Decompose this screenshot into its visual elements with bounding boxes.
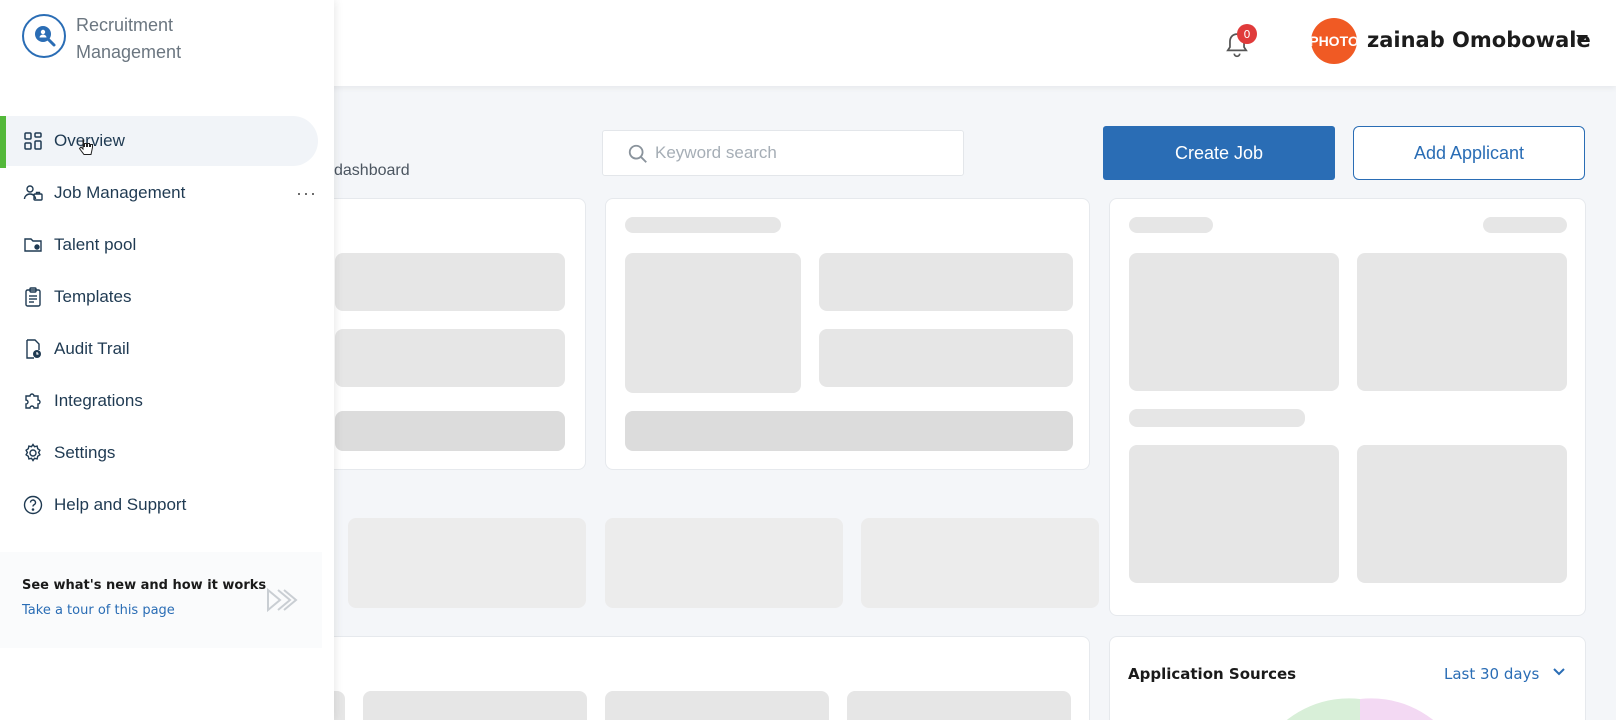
sidebar-item-label: Talent pool	[54, 235, 137, 254]
search-user-icon	[35, 26, 56, 47]
tour-link[interactable]: Take a tour of this page	[22, 603, 175, 618]
caret-down-icon[interactable]	[1576, 35, 1588, 42]
date-range-select[interactable]: Last 30 days	[1444, 665, 1539, 683]
avatar[interactable]: PHOTO	[1311, 18, 1357, 64]
sidebar-item-label: Templates	[54, 287, 132, 306]
sidebar-item-label: Audit Trail	[54, 339, 130, 358]
sidebar-item-integrations[interactable]: Integrations	[0, 376, 318, 426]
sidebar-item-templates[interactable]: Templates	[0, 272, 318, 322]
play-forward-icon[interactable]	[264, 584, 298, 616]
document-clock-icon	[22, 338, 44, 360]
sidebar-item-settings[interactable]: Settings	[0, 428, 318, 478]
skeleton-block	[625, 217, 781, 233]
skeleton-block	[335, 329, 565, 387]
skeleton-block	[335, 411, 565, 451]
sidebar-item-audit-trail[interactable]: Audit Trail	[0, 324, 318, 374]
sidebar-item-label: Integrations	[54, 391, 143, 410]
sidebar: Recruitment Management Overview Job Mana…	[0, 0, 334, 720]
skeleton-block	[1129, 445, 1339, 583]
sidebar-item-job-management[interactable]: Job Management ···	[0, 168, 318, 218]
skeleton-block	[605, 518, 843, 608]
folder-user-icon	[22, 234, 44, 256]
skeleton-block	[363, 691, 587, 720]
sidebar-item-help-and-support[interactable]: Help and Support	[0, 480, 318, 530]
sidebar-item-label: Settings	[54, 443, 116, 462]
search-input[interactable]	[655, 131, 955, 175]
loading-card-2	[605, 198, 1090, 470]
skeleton-block	[1357, 253, 1567, 391]
skeleton-block	[819, 329, 1073, 387]
grid-icon	[22, 130, 44, 152]
skeleton-block	[335, 253, 565, 311]
search-icon	[628, 144, 647, 163]
skeleton-block	[1357, 445, 1567, 583]
clipboard-icon	[22, 286, 44, 308]
sidebar-item-label: Help and Support	[54, 495, 187, 514]
question-circle-icon	[22, 494, 44, 516]
pie-chart-partial	[1286, 698, 1434, 720]
loading-card-4	[300, 636, 1090, 720]
skeleton-block	[625, 411, 1073, 451]
sidebar-item-label: Job Management	[54, 183, 186, 202]
notification-badge: 0	[1237, 24, 1257, 44]
skeleton-block	[1129, 217, 1213, 233]
skeleton-block	[348, 518, 586, 608]
sidebar-item-overview[interactable]: Overview	[0, 116, 318, 168]
skeleton-block	[847, 691, 1071, 720]
gear-icon	[22, 442, 44, 464]
cursor-hand-icon	[78, 138, 93, 155]
user-name[interactable]: zainab Omobowale	[1367, 28, 1591, 52]
logo[interactable]	[22, 14, 66, 58]
app-title: Recruitment Management	[76, 15, 182, 62]
tour-title: See what's new and how it works	[22, 578, 267, 593]
skeleton-block	[861, 518, 1099, 608]
loading-card-3	[1109, 198, 1586, 616]
add-applicant-button[interactable]: Add Applicant	[1353, 126, 1585, 180]
skeleton-block	[625, 253, 801, 393]
puzzle-icon	[22, 390, 44, 412]
chevron-down-icon[interactable]	[1552, 665, 1566, 679]
create-job-button[interactable]: Create Job	[1103, 126, 1335, 180]
loading-card-1	[300, 198, 586, 470]
sidebar-item-talent-pool[interactable]: Talent pool	[0, 220, 318, 270]
application-sources-card: Application Sources Last 30 days	[1109, 636, 1586, 720]
skeleton-block	[1483, 217, 1567, 233]
skeleton-block	[605, 691, 829, 720]
search-box[interactable]	[602, 130, 964, 176]
application-sources-title: Application Sources	[1128, 665, 1297, 683]
skeleton-block	[1129, 253, 1339, 391]
tour-panel: See what's new and how it works Take a t…	[0, 552, 322, 648]
skeleton-block	[819, 253, 1073, 311]
more-options-icon[interactable]: ···	[296, 183, 317, 204]
skeleton-block	[1129, 409, 1305, 427]
users-briefcase-icon	[22, 182, 44, 204]
page-subtitle: dashboard	[334, 162, 410, 179]
